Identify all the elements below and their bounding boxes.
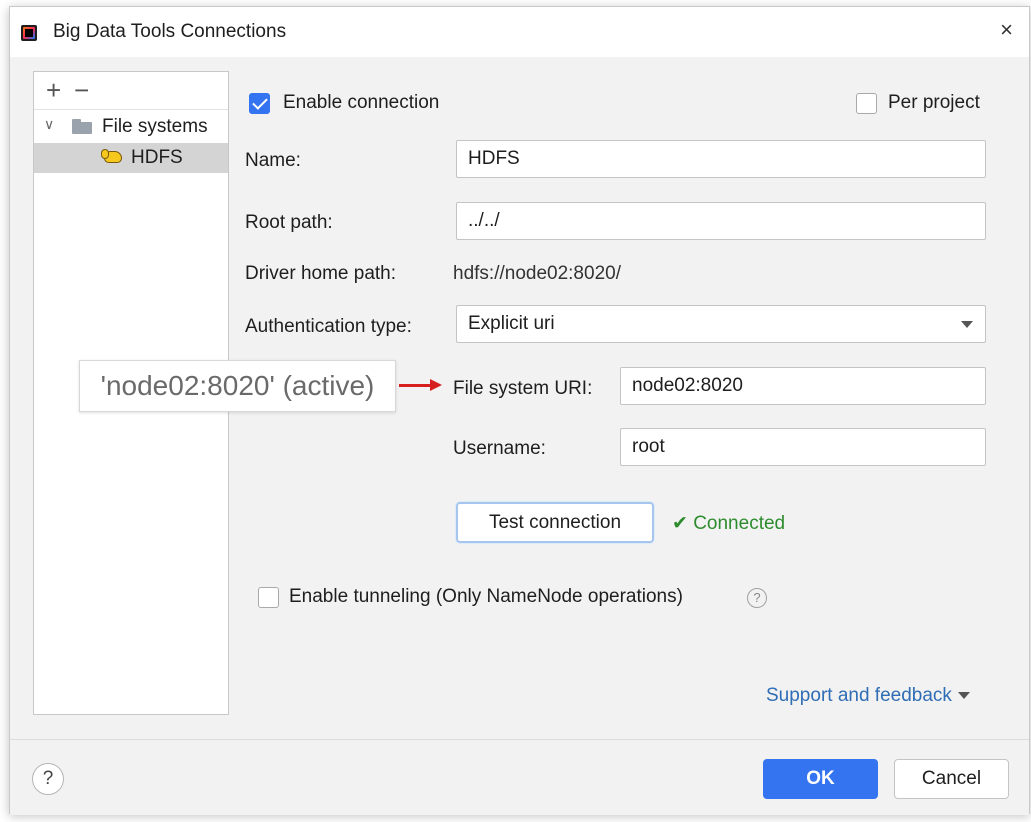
- driver-home-path-label: Driver home path:: [245, 263, 397, 284]
- dialog-footer: ? OK Cancel: [10, 740, 1029, 815]
- ok-button[interactable]: OK: [763, 759, 878, 799]
- auth-type-value: Explicit uri: [468, 313, 555, 334]
- title-bar: Big Data Tools Connections ×: [10, 7, 1029, 57]
- connection-status: ✔ Connected: [672, 512, 785, 535]
- support-feedback-label: Support and feedback: [766, 685, 952, 706]
- name-label: Name:: [245, 150, 301, 171]
- dropdown-arrow-icon: [961, 321, 973, 328]
- app-icon: [21, 25, 37, 41]
- enable-tunneling-label: Enable tunneling (Only NameNode operatio…: [289, 586, 683, 607]
- tree-toolbar: + −: [34, 72, 228, 110]
- username-field[interactable]: root: [620, 428, 986, 466]
- test-connection-button[interactable]: Test connection: [456, 502, 654, 543]
- support-feedback-link[interactable]: Support and feedback: [766, 685, 970, 707]
- per-project-checkbox[interactable]: [856, 93, 877, 114]
- auth-type-select[interactable]: Explicit uri: [456, 305, 986, 343]
- folder-icon: [72, 119, 92, 134]
- tree-group-label: File systems: [102, 116, 208, 137]
- uri-annotation-callout: 'node02:8020' (active): [79, 360, 396, 412]
- tunneling-help-icon[interactable]: ?: [747, 588, 767, 608]
- annotation-arrow: [399, 384, 433, 387]
- remove-icon[interactable]: −: [74, 76, 89, 104]
- root-path-field[interactable]: ../../: [456, 202, 986, 240]
- add-icon[interactable]: +: [46, 76, 61, 104]
- cancel-button[interactable]: Cancel: [894, 759, 1009, 799]
- chevron-down-icon: [957, 692, 970, 700]
- check-icon: ✔: [672, 513, 688, 534]
- file-system-uri-field[interactable]: node02:8020: [620, 367, 986, 405]
- file-system-uri-label: File system URI:: [453, 378, 593, 399]
- tree-item-label: HDFS: [131, 147, 183, 168]
- auth-type-label: Authentication type:: [245, 316, 412, 337]
- arrow-right-icon: [430, 379, 442, 391]
- driver-home-path-value: hdfs://node02:8020/: [453, 263, 621, 284]
- tree-item-hdfs[interactable]: HDFS: [34, 143, 228, 173]
- close-icon[interactable]: ×: [1000, 17, 1013, 43]
- enable-connection-checkbox[interactable]: [249, 93, 270, 114]
- root-path-label: Root path:: [245, 212, 333, 233]
- username-label: Username:: [453, 438, 546, 459]
- connection-status-text: Connected: [693, 513, 786, 534]
- help-icon[interactable]: ?: [32, 763, 64, 795]
- per-project-label: Per project: [888, 92, 980, 113]
- hdfs-elephant-icon: [101, 149, 123, 165]
- enable-tunneling-checkbox[interactable]: [258, 587, 279, 608]
- dialog-title: Big Data Tools Connections: [53, 21, 287, 42]
- name-field[interactable]: HDFS: [456, 140, 986, 178]
- tree-group-file-systems[interactable]: ∨ File systems: [34, 112, 228, 142]
- enable-connection-label: Enable connection: [283, 92, 440, 113]
- chevron-down-icon[interactable]: ∨: [44, 116, 54, 133]
